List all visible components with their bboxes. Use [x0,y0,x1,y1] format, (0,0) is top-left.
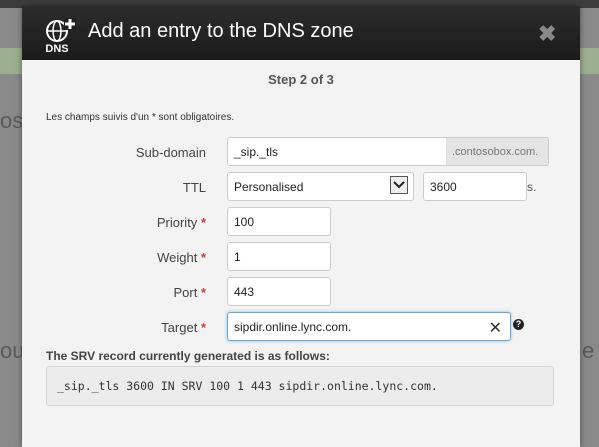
background-banner-right [580,48,599,74]
weight-label: Weight * [157,250,206,265]
ttl-select[interactable]: Personalised [227,172,414,201]
subdomain-label: Sub-domain [135,145,206,160]
record-preview: _sip._tls 3600 IN SRV 100 1 443 sipdir.o… [46,366,554,406]
dns-entry-dialog: DNS Add an entry to the DNS zone ✖ Step … [22,6,580,447]
ttl-unit: s. [527,180,537,194]
clear-icon[interactable]: ✕ [489,318,502,338]
priority-label: Priority * [156,215,206,230]
subdomain-suffix: .contosobox.com. [446,137,549,166]
priority-input[interactable]: 100 [227,207,331,236]
ttl-label: TTL [182,180,206,195]
target-label: Target * [161,320,206,335]
dns-logo-icon: DNS [45,18,76,54]
help-icon[interactable]: ? [513,319,524,330]
logo-text: DNS [45,43,68,54]
background-heading: os [0,108,24,133]
ttl-value-input[interactable]: 3600 [423,172,527,201]
close-icon[interactable]: ✖ [538,21,556,47]
record-preview-label: The SRV record currently generated is as… [46,349,330,363]
background-heading-2: ou [0,338,25,363]
target-input[interactable]: sipdir.online.lync.com. ✕ [227,312,511,341]
dialog-header: DNS Add an entry to the DNS zone ✖ [22,6,580,60]
chevron-down-icon [390,176,408,194]
background-heading-3: e [582,338,595,363]
target-input-value: sipdir.online.lync.com. [234,319,352,334]
background-banner [0,48,22,74]
step-indicator: Step 2 of 3 [268,72,334,87]
port-label: Port * [173,285,206,300]
port-input[interactable]: 443 [227,277,331,306]
ttl-select-value: Personalised [234,179,304,194]
required-fields-note: Les champs suivis d'un * sont obligatoir… [46,112,235,123]
subdomain-input[interactable]: _sip._tls [227,137,447,166]
weight-input[interactable]: 1 [227,242,331,271]
dialog-title: Add an entry to the DNS zone [88,20,354,42]
